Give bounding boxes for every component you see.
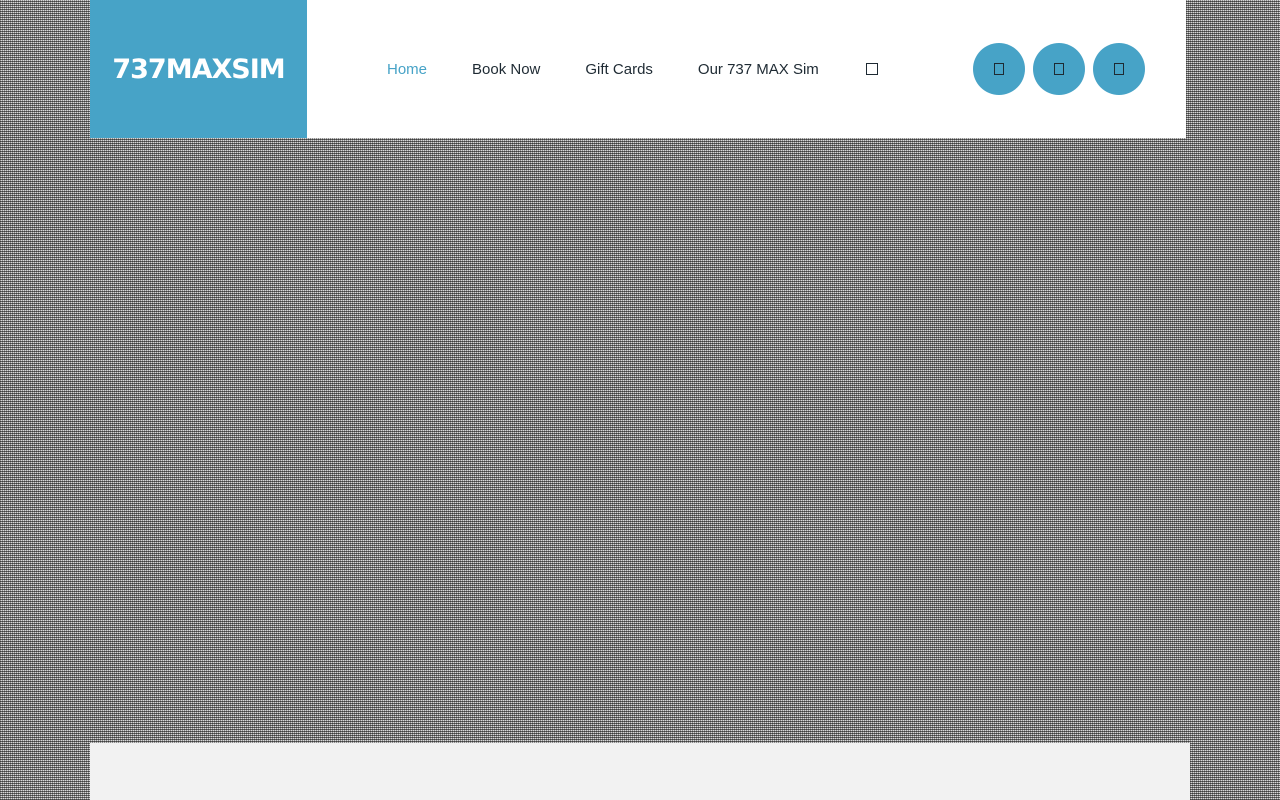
content-panel (90, 743, 1190, 800)
main-nav: Home Book Now Gift Cards Our 737 MAX Sim (387, 0, 878, 138)
nav-item-home[interactable]: Home (387, 61, 427, 78)
nav-item-our-737-max-sim[interactable]: Our 737 MAX Sim (698, 61, 819, 78)
nav-item-book-now[interactable]: Book Now (472, 61, 540, 78)
social-icon-1 (994, 63, 1004, 75)
social-links (965, 43, 1145, 95)
social-icon-2 (1054, 63, 1064, 75)
search-icon[interactable] (865, 63, 878, 75)
social-button-1[interactable] (973, 43, 1025, 95)
social-button-2[interactable] (1033, 43, 1085, 95)
nav-item-gift-cards[interactable]: Gift Cards (585, 61, 653, 78)
site-logo[interactable]: 737MAXSIM (90, 0, 307, 138)
logo-text: 737MAXSIM (112, 53, 285, 85)
social-button-3[interactable] (1093, 43, 1145, 95)
social-icon-3 (1114, 63, 1124, 75)
site-header: 737MAXSIM Home Book Now Gift Cards Our 7… (90, 0, 1186, 138)
